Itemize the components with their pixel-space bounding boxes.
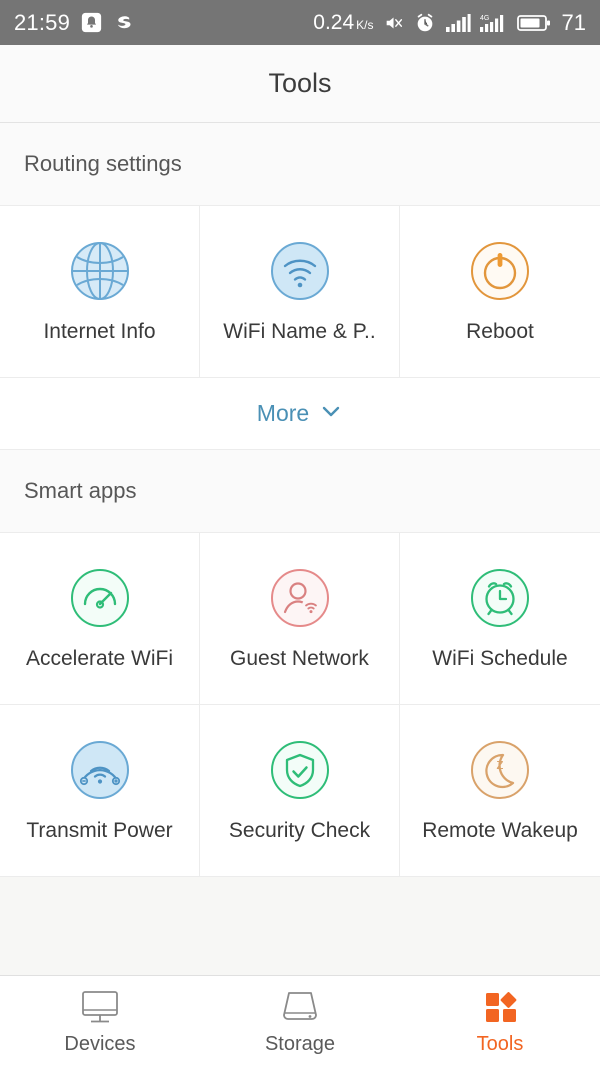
tab-storage[interactable]: Storage (200, 976, 400, 1067)
svg-text:4G: 4G (480, 15, 489, 22)
tab-tools[interactable]: Tools (400, 976, 600, 1067)
globe-icon (69, 240, 131, 302)
tool-wifi-name-password[interactable]: WiFi Name & P.. (200, 206, 400, 378)
content-area: Routing settings Internet Info WiFi Name… (0, 123, 600, 975)
status-time: 21:59 (14, 9, 71, 35)
drive-icon (280, 987, 320, 1025)
network-rate-unit: K/s (356, 17, 374, 32)
bottom-navigation: Devices Storage Tools (0, 975, 600, 1067)
app-screen: 21:59 0.24 K/s 4G 71 Tools Routing setti… (0, 0, 600, 1067)
network-rate: 0.24 K/s (313, 11, 373, 35)
tool-security-check[interactable]: Security Check (200, 705, 400, 877)
shield-check-icon (269, 739, 331, 801)
section-header-smart-apps: Smart apps (0, 450, 600, 533)
signal-4g-icon: 4G (479, 13, 508, 33)
routing-settings-grid: Internet Info WiFi Name & P.. Reboot (0, 206, 600, 378)
tool-label: Remote Wakeup (422, 818, 578, 842)
transmit-dial-icon (69, 739, 131, 801)
tool-label: WiFi Schedule (432, 646, 568, 670)
signal-icon (445, 13, 471, 33)
sogou-input-icon (113, 12, 134, 33)
alarm-icon (414, 12, 436, 34)
chevron-down-icon (319, 399, 343, 428)
page-title: Tools (268, 68, 332, 98)
content-filler (0, 877, 600, 975)
section-header-routing-settings: Routing settings (0, 123, 600, 206)
status-bar: 21:59 0.24 K/s 4G 71 (0, 0, 600, 45)
mute-icon (383, 12, 405, 34)
status-bar-right: 0.24 K/s 4G 71 (313, 10, 586, 36)
tab-label: Tools (476, 1033, 524, 1055)
battery-level: 71 (561, 9, 586, 35)
network-rate-value: 0.24 (313, 10, 355, 34)
tool-transmit-power[interactable]: Transmit Power (0, 705, 200, 877)
speedometer-icon (69, 567, 131, 629)
guest-user-icon (269, 567, 331, 629)
svg-text:z: z (496, 756, 504, 773)
tab-devices[interactable]: Devices (0, 976, 200, 1067)
tool-reboot[interactable]: Reboot (400, 206, 600, 378)
tool-accelerate-wifi[interactable]: Accelerate WiFi (0, 533, 200, 705)
power-icon (469, 240, 531, 302)
status-bar-left: 21:59 (14, 10, 134, 36)
tool-label: Reboot (466, 319, 534, 343)
tool-wifi-schedule[interactable]: WiFi Schedule (400, 533, 600, 705)
smart-apps-grid: Accelerate WiFi Guest Network WiFi Sched… (0, 533, 600, 877)
tool-internet-info[interactable]: Internet Info (0, 206, 200, 378)
title-bar: Tools (0, 45, 600, 123)
tool-guest-network[interactable]: Guest Network (200, 533, 400, 705)
moon-sleep-icon: z (469, 739, 531, 801)
tools-grid-icon (480, 987, 520, 1025)
more-label: More (256, 400, 310, 426)
alarm-clock-icon (469, 567, 531, 629)
tool-label: WiFi Name & P.. (223, 319, 376, 343)
monitor-icon (80, 987, 120, 1025)
tool-label: Accelerate WiFi (25, 646, 174, 670)
tool-label: Security Check (228, 818, 371, 842)
tool-label: Internet Info (43, 319, 156, 343)
wifi-icon (269, 240, 331, 302)
tool-label: Guest Network (230, 646, 369, 670)
battery-icon (516, 13, 551, 33)
tool-label: Transmit Power (26, 818, 173, 842)
tab-label: Devices (64, 1033, 136, 1055)
more-button[interactable]: More (0, 378, 600, 450)
tab-label: Storage (264, 1033, 336, 1055)
tool-remote-wakeup[interactable]: z Remote Wakeup (400, 705, 600, 877)
notification-icon (81, 12, 102, 33)
